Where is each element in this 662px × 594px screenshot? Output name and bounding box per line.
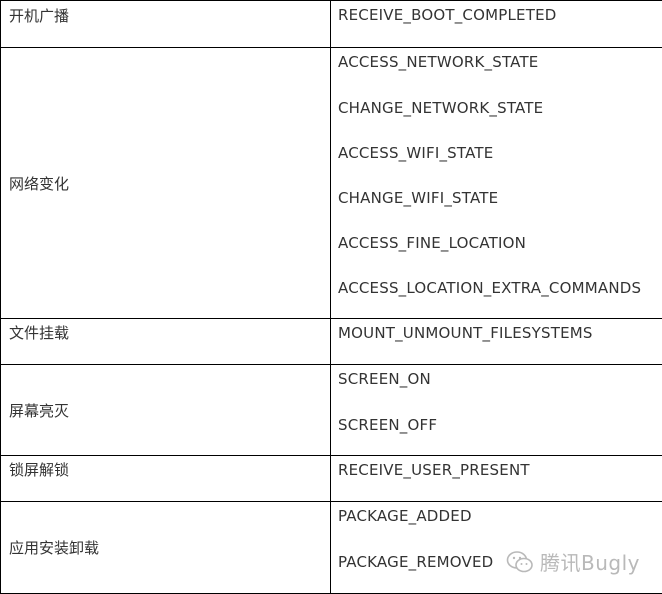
permission-item: ACCESS_WIFI_STATE [338, 138, 662, 183]
permissions-table: 开机广播 RECEIVE_BOOT_COMPLETED 网络变化 ACCESS_… [0, 0, 662, 594]
permission-item: ACCESS_LOCATION_EXTRA_COMMANDS [338, 273, 662, 318]
table-row: 文件挂载 MOUNT_UNMOUNT_FILESYSTEMS [1, 319, 662, 365]
permission-item: ACCESS_NETWORK_STATE [338, 48, 662, 93]
permission-item: ACCESS_FINE_LOCATION [338, 228, 662, 273]
permission-cell: ACCESS_NETWORK_STATE CHANGE_NETWORK_STAT… [331, 48, 662, 319]
category-cell: 文件挂载 [1, 319, 331, 365]
category-cell: 屏幕亮灭 [1, 365, 331, 456]
permission-item: CHANGE_WIFI_STATE [338, 183, 662, 228]
table-row: 屏幕亮灭 SCREEN_ON SCREEN_OFF [1, 365, 662, 456]
permission-cell: RECEIVE_USER_PRESENT [331, 456, 662, 502]
permission-cell: MOUNT_UNMOUNT_FILESYSTEMS [331, 319, 662, 365]
permission-item: PACKAGE_ADDED [338, 502, 662, 547]
permission-item: MOUNT_UNMOUNT_FILESYSTEMS [338, 319, 662, 364]
table-row: 网络变化 ACCESS_NETWORK_STATE CHANGE_NETWORK… [1, 48, 662, 319]
category-cell: 锁屏解锁 [1, 456, 331, 502]
permission-cell: PACKAGE_ADDED PACKAGE_REMOVED [331, 502, 662, 594]
table-row: 应用安装卸载 PACKAGE_ADDED PACKAGE_REMOVED [1, 502, 662, 594]
permission-cell: SCREEN_ON SCREEN_OFF [331, 365, 662, 456]
permission-cell: RECEIVE_BOOT_COMPLETED [331, 1, 662, 48]
permission-item: CHANGE_NETWORK_STATE [338, 93, 662, 138]
permission-item: SCREEN_OFF [338, 410, 662, 455]
permission-item: RECEIVE_USER_PRESENT [338, 456, 662, 501]
category-cell: 开机广播 [1, 1, 331, 48]
permission-item: RECEIVE_BOOT_COMPLETED [338, 1, 662, 46]
permission-item: SCREEN_ON [338, 365, 662, 410]
category-cell: 网络变化 [1, 48, 331, 319]
table-row: 开机广播 RECEIVE_BOOT_COMPLETED [1, 1, 662, 48]
permission-item: PACKAGE_REMOVED [338, 547, 662, 592]
category-cell: 应用安装卸载 [1, 502, 331, 594]
table-row: 锁屏解锁 RECEIVE_USER_PRESENT [1, 456, 662, 502]
